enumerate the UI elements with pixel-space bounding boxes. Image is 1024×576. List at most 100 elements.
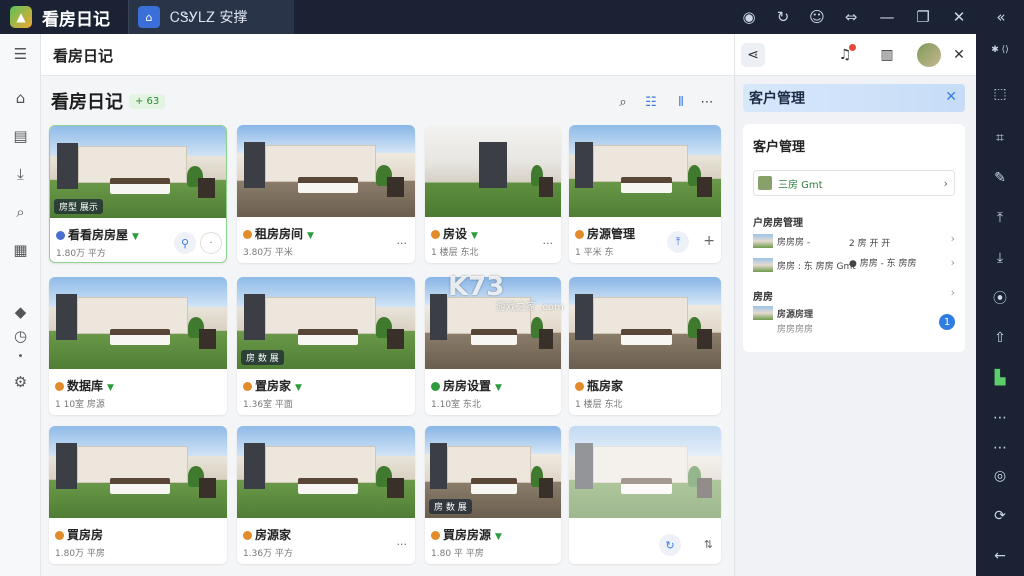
property-card[interactable]: 買房房 1.80万 平房 [49, 426, 227, 564]
sort-icon[interactable]: ⇅ [704, 538, 713, 551]
card-name[interactable]: 租房房间 ▼ [243, 225, 314, 242]
home-icon[interactable]: ◉ [732, 0, 766, 34]
chevron-down-icon[interactable]: ▼ [132, 232, 139, 242]
photo-tag: 房型 展示 [54, 199, 103, 214]
grid-icon[interactable]: ▥ [875, 43, 899, 67]
pin-icon[interactable]: • [0, 342, 41, 370]
edit-icon[interactable]: ✎ [976, 164, 1024, 192]
import-icon[interactable]: ⤓ [976, 244, 1024, 272]
count-badge: + 63 [129, 93, 166, 109]
more-icon[interactable]: ⋯ [976, 404, 1024, 432]
card-name[interactable]: 買房房 [55, 526, 103, 543]
download-icon[interactable]: ⤓ [0, 160, 41, 188]
close-icon[interactable]: ✕ [942, 0, 976, 34]
card-name[interactable]: 瓶房家 [575, 377, 623, 394]
menu-icon[interactable]: ☰ [0, 40, 41, 68]
property-card[interactable]: 房 数 展 買房房源 ▼ 1.80 平 平房 [425, 426, 561, 564]
property-card[interactable]: 房型 展示 看看房房屋 ▼ 1.80万 平方 ⚲ · [49, 125, 227, 263]
folder-icon[interactable]: ▤ [0, 122, 41, 150]
card-name[interactable]: 置房家 ▼ [243, 377, 302, 394]
chevron-right-icon[interactable]: › [951, 232, 955, 245]
record-icon[interactable]: ⦿ [976, 284, 1024, 312]
card-meta: 1.10室 东北 [431, 400, 481, 410]
chevron-right-icon[interactable]: › [944, 177, 948, 190]
search-icon[interactable]: ⌕ [611, 92, 635, 112]
notification-icon[interactable]: ♫ [833, 43, 857, 67]
chevron-down-icon[interactable]: ▼ [495, 383, 502, 393]
close-icon[interactable]: ✕ [945, 89, 957, 105]
list-item[interactable]: 房房房 - [753, 234, 810, 248]
property-card[interactable]: 数据库 ▼ 1 10室 房源 [49, 277, 227, 415]
more-icon[interactable]: ··· [543, 237, 554, 250]
chevron-down-icon[interactable]: ▼ [307, 231, 314, 241]
customer-selector[interactable]: 三房 Gmt › [753, 170, 955, 196]
chevron-down-icon[interactable]: ▼ [295, 383, 302, 393]
chart-icon[interactable]: ▦ [0, 236, 41, 264]
upload-icon[interactable]: ⤒ [667, 231, 689, 253]
more-icon[interactable]: ··· [397, 237, 408, 250]
property-card[interactable]: 房源管理 1 平米 东 ⤒ + [569, 125, 721, 263]
chevron-right-icon[interactable]: › [951, 286, 955, 299]
refresh-icon[interactable]: ↻ [766, 0, 800, 34]
back-icon[interactable]: ← [976, 542, 1024, 570]
expand-icon[interactable]: ⇔ [834, 0, 868, 34]
browser-tab[interactable]: ⌂ ᏟᏕᎩᏞᏃ 安撑 [128, 0, 294, 34]
chevron-right-icon[interactable]: › [951, 256, 955, 269]
location-icon[interactable]: ◎ [976, 462, 1024, 490]
pin-action-icon[interactable]: ⚲ [174, 232, 196, 254]
card-name-text: 房房设置 [443, 379, 492, 393]
more-icon[interactable]: ··· [397, 538, 408, 551]
share-icon[interactable]: ⋖ [741, 43, 765, 67]
restore-icon[interactable]: ❐ [906, 0, 940, 34]
notification-count-badge[interactable]: 1 [939, 314, 955, 330]
sync-icon[interactable]: ⟳ [976, 502, 1024, 530]
add-icon[interactable]: + [703, 233, 715, 249]
card-name-text: 看看房房屋 [68, 228, 129, 242]
status-dot-icon [243, 382, 252, 391]
property-card[interactable]: 瓶房家 1 楼层 东北 [569, 277, 721, 415]
card-meta: 1 10室 房源 [55, 400, 105, 410]
app-tab[interactable]: ▲ 看房日记 [0, 0, 128, 34]
share-icon[interactable]: ⇧ [976, 324, 1024, 352]
status-dot-icon [56, 231, 65, 240]
chevron-down-icon[interactable]: ▼ [107, 383, 114, 393]
refresh-icon[interactable]: ↻ [659, 534, 681, 556]
avatar[interactable] [917, 43, 941, 67]
keyboard-icon[interactable]: ✱ ⟨⟩ [976, 36, 1024, 64]
card-name-text: 数据库 [67, 379, 104, 393]
list-item[interactable]: 房房 : 东 房房 Gmt [753, 258, 856, 272]
section-title: 户房房管理 [753, 218, 803, 229]
message-icon[interactable]: ☺ [800, 0, 834, 34]
grid-icon[interactable]: ⫴ [669, 92, 693, 112]
scan-icon[interactable]: ⌗ [976, 124, 1024, 152]
more-action-icon[interactable]: · [200, 232, 222, 254]
thumbnail [753, 234, 773, 248]
install-icon[interactable]: ⤒ [976, 204, 1024, 232]
card-name[interactable]: 買房房源 ▼ [431, 526, 502, 543]
home-icon[interactable]: ⌂ [0, 84, 41, 112]
property-card[interactable]: 房设 ▼ 1 楼层 东北 ··· [425, 125, 561, 263]
close-icon[interactable]: ✕ [947, 43, 971, 67]
game-icon[interactable]: ▙ [976, 364, 1024, 392]
property-card[interactable]: ↻ ⇅ [569, 426, 721, 564]
minimize-icon[interactable]: — [870, 0, 904, 34]
settings-icon[interactable]: ⚙ [0, 368, 41, 396]
list-icon[interactable]: ☷ [639, 92, 663, 112]
property-card[interactable]: 房源家 1.36万 平方 ··· [237, 426, 415, 564]
screenshot-icon[interactable]: ⬚ [976, 80, 1024, 108]
collapse-icon[interactable]: « [984, 0, 1018, 34]
card-name[interactable]: 房房设置 ▼ [431, 377, 502, 394]
list-item[interactable]: 房源房理 [753, 306, 813, 320]
search-icon[interactable]: ⌕ [0, 198, 41, 226]
card-name[interactable]: 房源家 [243, 526, 291, 543]
property-card[interactable]: 租房房间 ▼ 3.80万 平米 ··· [237, 125, 415, 263]
card-name[interactable]: 房设 ▼ [431, 225, 478, 242]
card-name[interactable]: 数据库 ▼ [55, 377, 114, 394]
property-card[interactable]: 房 数 展 置房家 ▼ 1.36室 平面 [237, 277, 415, 415]
more-icon[interactable]: ⋯ [976, 434, 1024, 462]
more-icon[interactable]: ⋯ [695, 92, 719, 112]
chevron-down-icon[interactable]: ▼ [471, 231, 478, 241]
card-name[interactable]: 房源管理 [575, 225, 635, 242]
chevron-down-icon[interactable]: ▼ [495, 532, 502, 542]
card-name[interactable]: 看看房房屋 ▼ [56, 226, 139, 243]
